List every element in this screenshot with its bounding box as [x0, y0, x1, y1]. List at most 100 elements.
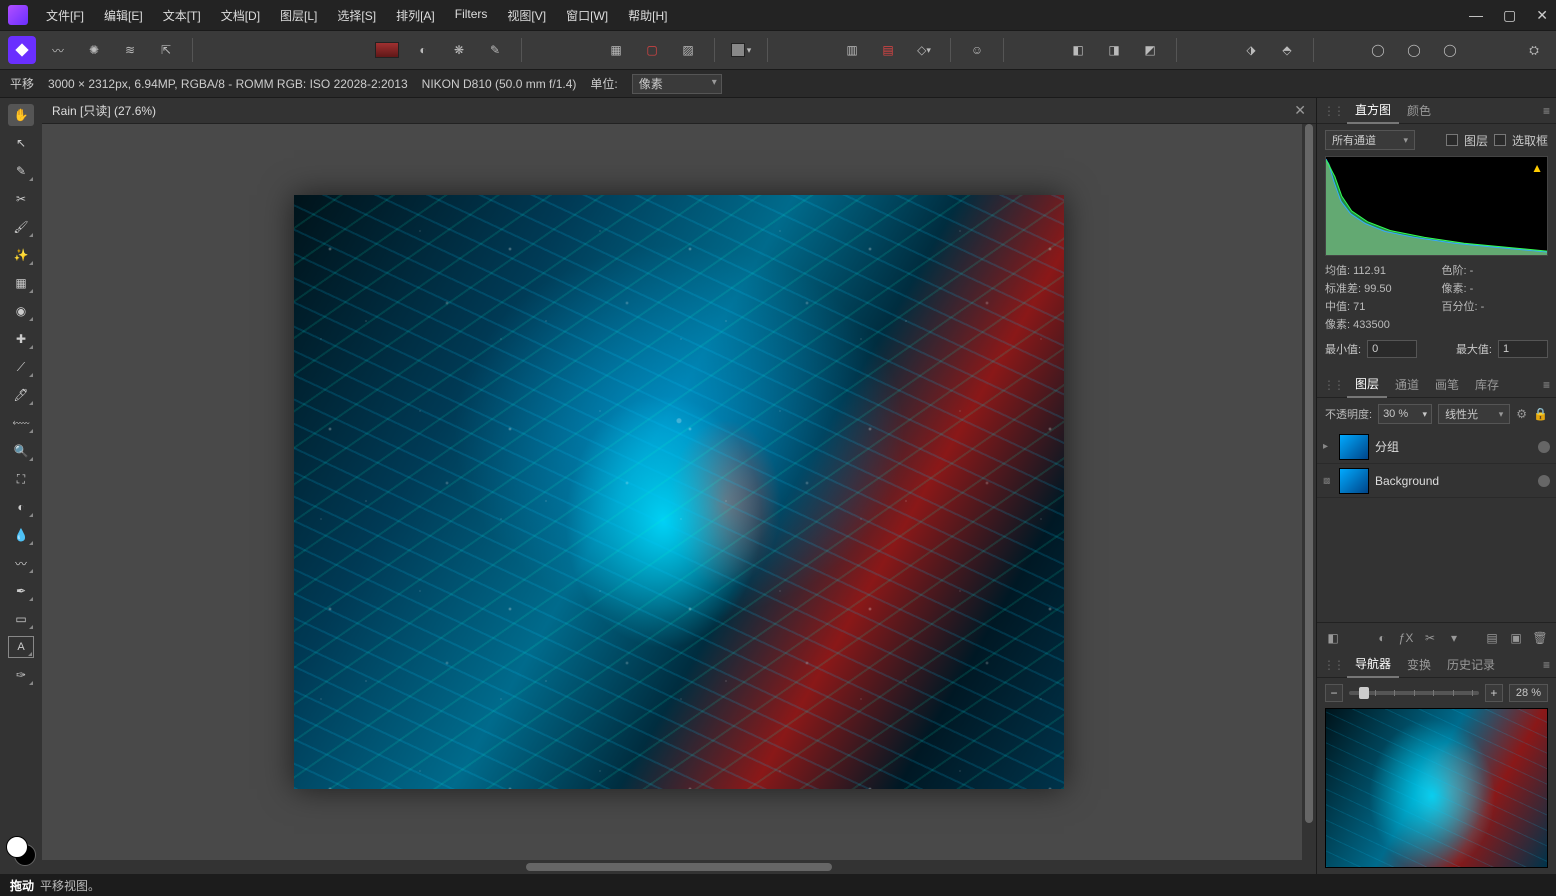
tab-channels[interactable]: 通道 — [1387, 372, 1427, 398]
minimize-icon[interactable]: — — [1469, 7, 1483, 24]
auto-levels-button[interactable]: ◐ — [409, 36, 437, 64]
tab-transform[interactable]: 变换 — [1399, 652, 1439, 678]
insert-target-3[interactable]: ◩ — [1136, 36, 1164, 64]
max-input[interactable]: 1 — [1498, 340, 1548, 358]
clone-tool[interactable]: ⛶ — [8, 468, 34, 490]
horizontal-scrollbar[interactable] — [42, 860, 1316, 874]
zoom-value[interactable]: 28 % — [1509, 684, 1548, 702]
fg-bg-swatch[interactable] — [6, 836, 36, 866]
arrange-btn-1[interactable]: ▥ — [838, 36, 866, 64]
auto-colors-button[interactable]: ❋ — [445, 36, 473, 64]
tab-layers[interactable]: 图层 — [1347, 372, 1387, 398]
tonemap-persona-button[interactable]: ≋ — [116, 36, 144, 64]
menu-file[interactable]: 文件[F] — [46, 7, 84, 24]
tab-navigator[interactable]: 导航器 — [1347, 652, 1399, 678]
hand-tool[interactable]: ✋ — [8, 104, 34, 126]
order-back-button[interactable]: ⬗ — [1237, 36, 1265, 64]
gear-icon[interactable]: ⚙ — [1516, 407, 1527, 421]
tab-brushes[interactable]: 画笔 — [1427, 372, 1467, 398]
panel-menu-icon[interactable]: ≡ — [1543, 658, 1550, 672]
menu-layer[interactable]: 图层[L] — [280, 7, 317, 24]
export-persona-button[interactable]: ⇱ — [152, 36, 180, 64]
auto-wb-button[interactable]: ✎ — [481, 36, 509, 64]
fx-button[interactable]: ƒX — [1396, 628, 1416, 648]
menu-text[interactable]: 文本[T] — [163, 7, 201, 24]
color-picker-tool[interactable]: ✎ — [8, 160, 34, 182]
crop-mask-button[interactable]: ✂ — [1420, 628, 1440, 648]
arrange-btn-3[interactable]: ◇▾ — [910, 36, 938, 64]
adjustment-button[interactable]: ◐ — [1372, 628, 1392, 648]
color-replace-tool[interactable]: ⬳ — [8, 412, 34, 434]
liquify-persona-button[interactable]: 〰 — [44, 36, 72, 64]
zoom-out-button[interactable]: − — [1325, 684, 1343, 702]
menu-window[interactable]: 窗口[W] — [566, 7, 608, 24]
tab-stock[interactable]: 库存 — [1467, 372, 1507, 398]
add-2-button[interactable]: ◯ — [1400, 36, 1428, 64]
vertical-scrollbar[interactable] — [1302, 124, 1316, 860]
blend-mode-select[interactable]: 线性光 — [1438, 404, 1510, 424]
crop-tool[interactable]: ✂ — [8, 188, 34, 210]
grip-icon[interactable]: ⋮⋮ — [1323, 658, 1343, 672]
zoom-slider[interactable] — [1349, 691, 1479, 695]
smudge-tool[interactable]: 〰 — [8, 552, 34, 574]
document-tab[interactable]: Rain [只读] (27.6%) ✕ — [42, 98, 1316, 124]
account-button[interactable]: ⛭ — [1520, 36, 1548, 64]
paint-brush-tool[interactable]: 🖊 — [8, 384, 34, 406]
add-layer-button[interactable]: ▤ — [1482, 628, 1502, 648]
selection-invert-button[interactable]: ▨ — [674, 36, 702, 64]
grip-icon[interactable]: ⋮⋮ — [1323, 104, 1343, 118]
grip-icon[interactable]: ⋮⋮ — [1323, 378, 1343, 392]
menu-view[interactable]: 视图[V] — [507, 7, 546, 24]
maximize-icon[interactable]: ▢ — [1503, 7, 1516, 24]
lock-icon[interactable]: 🔒 — [1533, 407, 1548, 421]
min-input[interactable]: 0 — [1367, 340, 1417, 358]
insert-target-2[interactable]: ◨ — [1100, 36, 1128, 64]
selection-checkbox[interactable] — [1494, 134, 1506, 146]
visibility-toggle[interactable] — [1538, 475, 1550, 487]
fill-swatch[interactable]: ▾ — [727, 36, 755, 64]
flood-select-tool[interactable]: ◉ — [8, 300, 34, 322]
selection-brush-tool[interactable]: 🖌 — [8, 216, 34, 238]
add-3-button[interactable]: ◯ — [1436, 36, 1464, 64]
close-icon[interactable]: ✕ — [1536, 7, 1548, 24]
channel-select[interactable]: 所有通道 — [1325, 130, 1415, 150]
menu-select[interactable]: 选择[S] — [337, 7, 376, 24]
selection-none-button[interactable]: ▢ — [638, 36, 666, 64]
tab-color[interactable]: 颜色 — [1399, 98, 1439, 124]
opacity-input[interactable]: 30 % — [1378, 404, 1432, 424]
dropdown-icon[interactable]: ▾ — [1444, 628, 1464, 648]
text-tool[interactable]: A — [8, 636, 34, 658]
group-button[interactable]: ▣ — [1506, 628, 1526, 648]
menu-help[interactable]: 帮助[H] — [628, 7, 667, 24]
photo-persona-button[interactable] — [8, 36, 36, 64]
swatch-button[interactable] — [373, 36, 401, 64]
selection-all-button[interactable]: ▦ — [602, 36, 630, 64]
unit-select[interactable]: 像素 — [632, 74, 722, 94]
expand-icon[interactable]: ▸ — [1323, 441, 1333, 452]
layer-row[interactable]: ▩ Background — [1317, 464, 1556, 498]
arrange-btn-2[interactable]: ▤ — [874, 36, 902, 64]
menu-document[interactable]: 文档[D] — [221, 7, 260, 24]
visibility-toggle[interactable] — [1538, 441, 1550, 453]
insert-target-1[interactable]: ◧ — [1064, 36, 1092, 64]
canvas-area[interactable] — [42, 124, 1316, 860]
add-1-button[interactable]: ◯ — [1364, 36, 1392, 64]
mask-button[interactable]: ◧ — [1323, 628, 1343, 648]
marquee-tool[interactable]: ▦ — [8, 272, 34, 294]
layer-checkbox[interactable] — [1446, 134, 1458, 146]
dodge-tool[interactable]: ◐ — [8, 496, 34, 518]
assistant-button[interactable]: ☺ — [963, 36, 991, 64]
eyedropper-tool[interactable]: ✒ — [8, 580, 34, 602]
shape-tool[interactable]: ▭ — [8, 608, 34, 630]
menu-filters[interactable]: Filters — [455, 7, 488, 24]
pen-tool[interactable]: ✑ — [8, 664, 34, 686]
move-tool[interactable]: ↖ — [8, 132, 34, 154]
navigator-preview[interactable] — [1325, 708, 1548, 868]
menu-edit[interactable]: 编辑[E] — [104, 7, 143, 24]
layer-name[interactable]: 分组 — [1375, 438, 1532, 455]
close-document-icon[interactable]: ✕ — [1294, 102, 1306, 119]
inpaint-tool[interactable]: ⟋ — [8, 356, 34, 378]
order-fwd-button[interactable]: ⬘ — [1273, 36, 1301, 64]
healing-brush-tool[interactable]: ✚ — [8, 328, 34, 350]
menu-arrange[interactable]: 排列[A] — [396, 7, 435, 24]
